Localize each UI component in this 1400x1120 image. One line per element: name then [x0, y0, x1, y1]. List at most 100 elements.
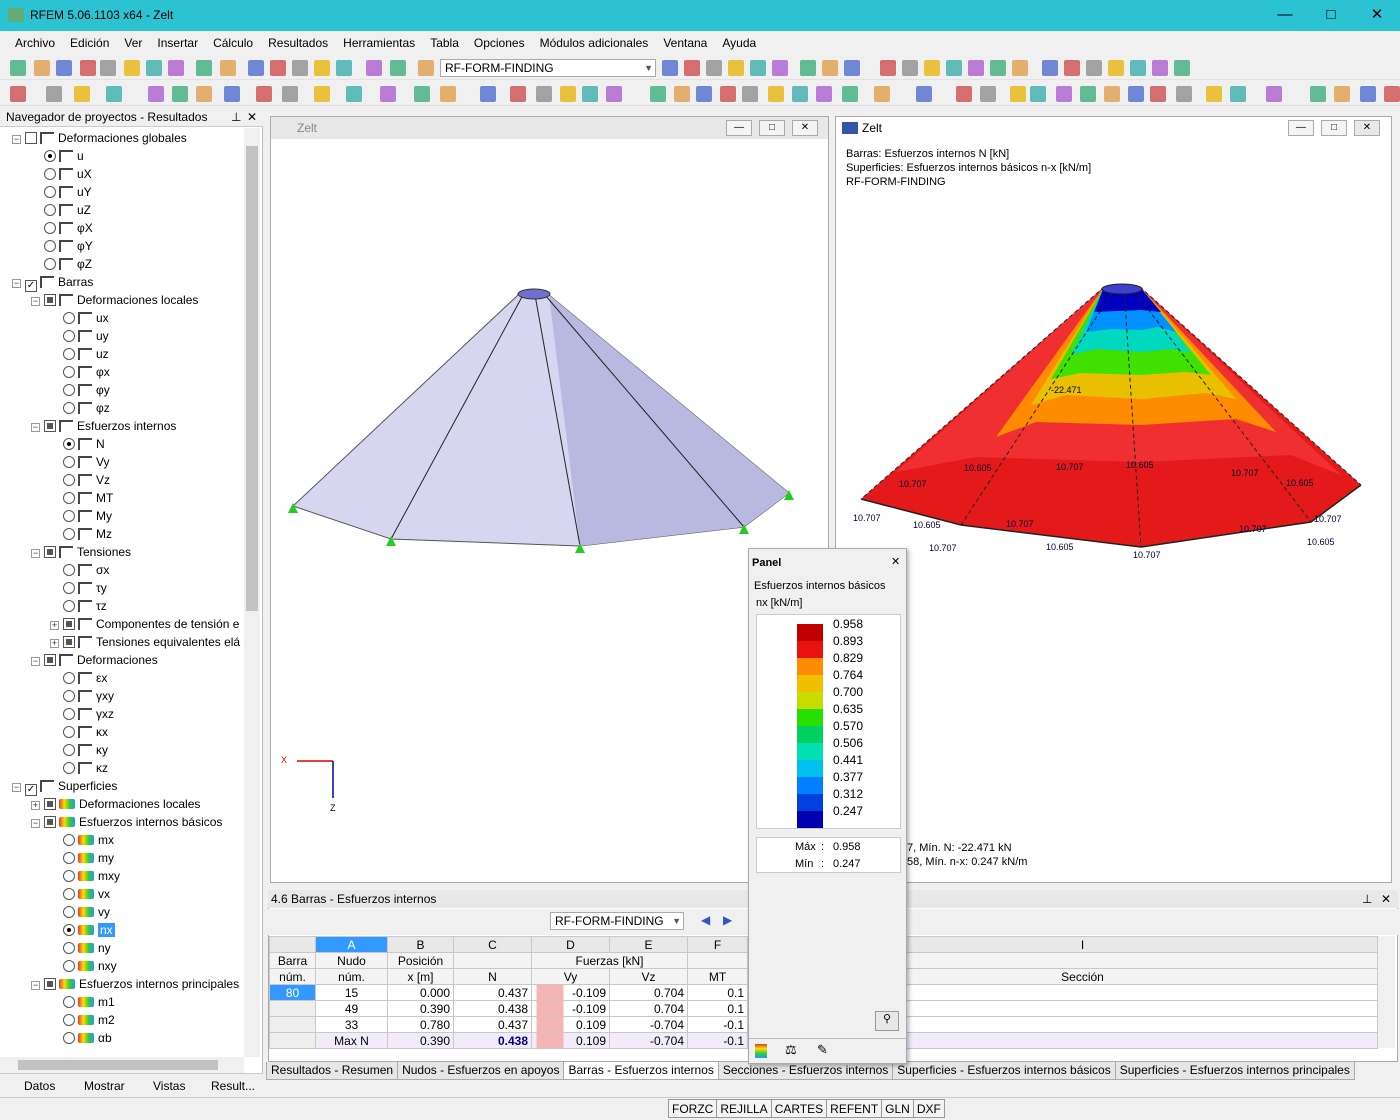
radio-button[interactable]: [63, 528, 75, 540]
col-letter[interactable]: A: [315, 936, 388, 953]
collapse-icon[interactable]: −: [31, 981, 40, 990]
toolbar-button-icon[interactable]: [346, 86, 362, 102]
checkbox[interactable]: [44, 420, 56, 432]
toolbar-button-icon[interactable]: [172, 86, 188, 102]
toolbar-button-icon[interactable]: [1384, 86, 1400, 102]
tree-item[interactable]: Vz: [50, 471, 110, 489]
menu-ventana[interactable]: Ventana: [663, 31, 707, 55]
left-view-window[interactable]: Zelt — □ ✕ X Z: [270, 116, 829, 883]
toolbar-button-icon[interactable]: [390, 60, 406, 76]
radio-button[interactable]: [63, 924, 75, 936]
tree-item[interactable]: N: [50, 435, 105, 453]
toolbar-button-icon[interactable]: [582, 86, 598, 102]
panel-close-icon[interactable]: ✕: [891, 555, 900, 568]
toolbar-button-icon[interactable]: [256, 86, 272, 102]
radio-button[interactable]: [63, 744, 75, 756]
col-letter[interactable]: F: [687, 936, 748, 953]
cell-x[interactable]: 0.390: [387, 1000, 454, 1017]
table-tab[interactable]: Secciones - Esfuerzos internos: [717, 1062, 894, 1080]
checkbox[interactable]: [44, 816, 56, 828]
radio-button[interactable]: [63, 600, 75, 612]
menu-calculo[interactable]: Cálculo: [213, 31, 253, 55]
menu-tabla[interactable]: Tabla: [430, 31, 459, 55]
tab-resultados[interactable]: Result...: [211, 1079, 255, 1093]
collapse-icon[interactable]: −: [31, 549, 40, 558]
tree-item[interactable]: φX: [31, 219, 93, 237]
checkbox[interactable]: [44, 546, 56, 558]
toolbar-button-icon[interactable]: [248, 60, 264, 76]
menu-ayuda[interactable]: Ayuda: [722, 31, 756, 55]
toolbar-button-icon[interactable]: [282, 86, 298, 102]
status-toggle[interactable]: GLN: [881, 1099, 914, 1118]
tree-item[interactable]: uX: [31, 165, 92, 183]
cell-n[interactable]: 0.438: [453, 1000, 532, 1017]
toolbar-button-icon[interactable]: [148, 86, 164, 102]
toolbar-button-icon[interactable]: [650, 86, 666, 102]
toolbar-button-icon[interactable]: [536, 86, 552, 102]
tree-item[interactable]: − Deformaciones locales: [31, 291, 198, 309]
toolbar-button-icon[interactable]: [1108, 60, 1124, 76]
menu-modulos[interactable]: Módulos adicionales: [540, 31, 649, 55]
menu-opciones[interactable]: Opciones: [474, 31, 525, 55]
col-letter[interactable]: D: [531, 936, 610, 953]
tree-item[interactable]: ux: [50, 309, 109, 327]
toolbar-button-icon[interactable]: [560, 86, 576, 102]
collapse-icon[interactable]: −: [12, 135, 21, 144]
cell-x[interactable]: 0.780: [387, 1016, 454, 1033]
tab-datos[interactable]: Datos: [24, 1079, 55, 1093]
cell-vz[interactable]: -0.704: [609, 1032, 688, 1049]
radio-button[interactable]: [63, 402, 75, 414]
maximize-button[interactable]: □: [1308, 0, 1354, 31]
tree-item[interactable]: mxy: [50, 867, 120, 885]
tree-item[interactable]: ny: [50, 939, 111, 957]
status-toggle[interactable]: REFENT: [826, 1099, 883, 1118]
tree-item[interactable]: + Deformaciones locales: [31, 795, 200, 813]
toolbar-button-icon[interactable]: [792, 86, 808, 102]
toolbar-button-icon[interactable]: [696, 86, 712, 102]
cell-vz[interactable]: 0.704: [609, 1000, 688, 1017]
status-toggle[interactable]: FORZC: [668, 1099, 718, 1118]
cell-mt[interactable]: 0.1: [687, 984, 748, 1001]
tree-item[interactable]: + Componentes de tensión e: [50, 615, 239, 633]
toolbar-button-icon[interactable]: [1360, 86, 1376, 102]
right-view-window[interactable]: Zelt — □ ✕ Barras: Esfuerzos internos N …: [835, 116, 1392, 883]
toolbar-button-icon[interactable]: [1030, 86, 1046, 102]
tree-item[interactable]: uY: [31, 183, 92, 201]
toolbar-button-icon[interactable]: [314, 60, 330, 76]
radio-button[interactable]: [63, 582, 75, 594]
toolbar-button-icon[interactable]: [1104, 86, 1120, 102]
tree-item[interactable]: vx: [50, 885, 110, 903]
table-tab[interactable]: Superficies - Esfuerzos internos básicos: [892, 1062, 1116, 1080]
tree-item[interactable]: Vy: [50, 453, 110, 471]
tree-item[interactable]: − Tensiones: [31, 543, 131, 561]
cell-nudo[interactable]: Max N: [315, 1032, 388, 1049]
radio-button[interactable]: [63, 996, 75, 1008]
radio-button[interactable]: [63, 384, 75, 396]
toolbar-button-icon[interactable]: [336, 60, 352, 76]
col-letter[interactable]: E: [609, 936, 688, 953]
left-min-button[interactable]: —: [726, 120, 752, 136]
cell-vz[interactable]: -0.704: [609, 1016, 688, 1033]
left-max-button[interactable]: □: [759, 120, 785, 136]
collapse-icon[interactable]: −: [31, 297, 40, 306]
tree-item[interactable]: φx: [50, 363, 110, 381]
cell-vy[interactable]: 0.109: [531, 1016, 610, 1033]
load-case-select[interactable]: RF-FORM-FINDING ▼: [440, 59, 656, 77]
expand-icon[interactable]: +: [50, 639, 59, 648]
status-toggle[interactable]: REJILLA: [716, 1099, 772, 1118]
toolbar-button-icon[interactable]: [990, 60, 1006, 76]
cell-vy[interactable]: -0.109: [531, 984, 610, 1001]
tree-item[interactable]: − Esfuerzos internos básicos: [31, 813, 222, 831]
toolbar-button-icon[interactable]: [822, 60, 838, 76]
table-scrollbar[interactable]: [1378, 936, 1395, 1048]
toolbar-button-icon[interactable]: [440, 86, 456, 102]
cell-x[interactable]: 0.000: [387, 984, 454, 1001]
radio-button[interactable]: [63, 708, 75, 720]
tree-item[interactable]: − ✓ Barras: [12, 273, 93, 292]
cell-n[interactable]: 0.437: [453, 1016, 532, 1033]
menu-insertar[interactable]: Insertar: [157, 31, 198, 55]
toolbar-button-icon[interactable]: [1334, 86, 1350, 102]
radio-button[interactable]: [63, 1032, 75, 1044]
toolbar-button-icon[interactable]: [220, 60, 236, 76]
toolbar-button-icon[interactable]: [418, 60, 434, 76]
